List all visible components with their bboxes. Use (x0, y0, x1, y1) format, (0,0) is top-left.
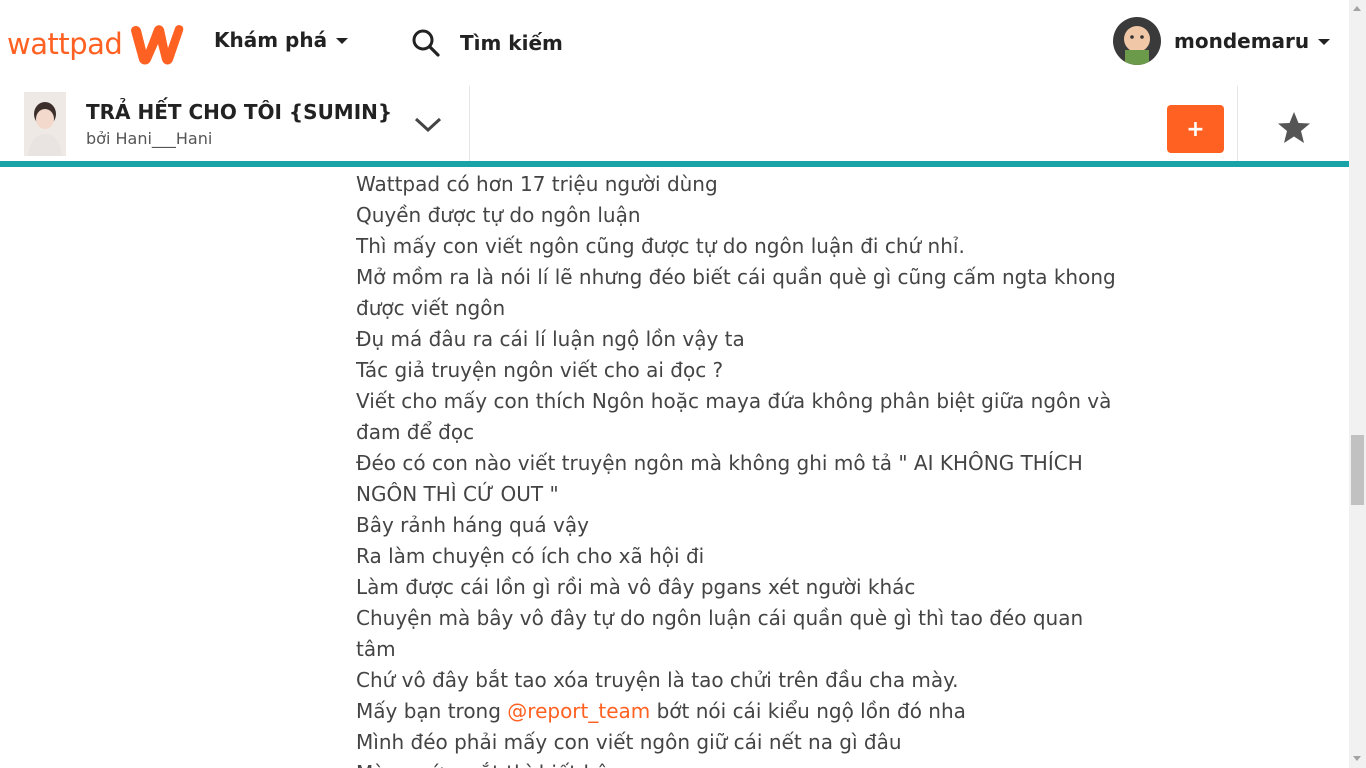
wattpad-w-icon (131, 25, 184, 65)
paragraph: Làm được cái lồn gì rồi mà vô đây pgans … (356, 575, 916, 599)
paragraph: Chứ vô đây bắt tao xóa truyện là tao chử… (356, 668, 959, 692)
paragraph-text: Mấy bạn trong (356, 699, 508, 723)
paragraph: Mình đéo phải mấy con viết ngôn giữ cái … (356, 730, 902, 754)
wattpad-logo[interactable]: wattpad (7, 22, 186, 66)
page-scrollbar[interactable] (1349, 0, 1366, 768)
paragraph: Chuyện mà bây vô đây tự do ngôn luận cái… (356, 606, 1084, 661)
avatar (1113, 17, 1161, 65)
logo-text: wattpad (7, 27, 123, 61)
username: mondemaru (1174, 29, 1310, 53)
chapter-content: Wattpad có hơn 17 triệu người dùng Quyền… (356, 168, 1116, 768)
discover-label: Khám phá (214, 28, 328, 52)
story-header: TRẢ HẾT CHO TÔI {SUMIN} bởi Hani___Hani … (0, 86, 1349, 162)
star-icon[interactable] (1276, 110, 1312, 146)
paragraph: Tác giả truyện ngôn viết cho ai đọc ? (356, 358, 724, 382)
scrollbar-thumb[interactable] (1351, 435, 1364, 505)
top-navigation-bar: wattpad Khám phá Tìm kiếm mondemaru (0, 0, 1349, 86)
paragraph: Wattpad có hơn 17 triệu người dùng (356, 172, 718, 196)
paragraph: Ra làm chuyện có ích cho xã hội đi (356, 544, 705, 568)
search-placeholder: Tìm kiếm (460, 31, 563, 55)
user-menu[interactable]: mondemaru (1113, 17, 1331, 65)
caret-down-icon (1318, 39, 1331, 45)
user-mention-link[interactable]: @report_team (507, 699, 650, 723)
paragraph: Thì mấy con viết ngôn cũng được tự do ng… (356, 234, 965, 258)
divider (469, 86, 470, 162)
search-icon (412, 29, 440, 57)
story-author[interactable]: bởi Hani___Hani (86, 129, 212, 148)
scroll-down-arrow-icon[interactable] (1353, 756, 1361, 761)
paragraph: Mở mồm ra là nói lí lẽ nhưng đéo biết cá… (356, 265, 1116, 320)
scroll-up-arrow-icon[interactable] (1353, 6, 1361, 11)
story-cover-image[interactable] (24, 92, 66, 156)
paragraph: Đéo có con nào viết truyện ngôn mà không… (356, 451, 1083, 506)
paragraph: Bây rảnh háng quá vậy (356, 513, 589, 537)
caret-down-icon (336, 38, 349, 44)
paragraph: Viết cho mấy con thích Ngôn hoặc maya đứ… (356, 389, 1112, 444)
divider (1237, 86, 1238, 162)
discover-menu[interactable]: Khám phá (214, 28, 349, 52)
paragraph: Mày ngứa mắt thì biết hộ (356, 758, 1116, 768)
search-box[interactable]: Tìm kiếm (411, 28, 563, 58)
paragraph-with-mention: Mấy bạn trong @report_team bớt nói cái k… (356, 696, 1116, 727)
add-to-list-button[interactable]: + (1167, 105, 1224, 153)
paragraph-text: bớt nói cái kiểu ngộ lồn đó nha (650, 699, 966, 723)
story-title[interactable]: TRẢ HẾT CHO TÔI {SUMIN} (86, 100, 392, 124)
paragraph: Đụ má đâu ra cái lí luận ngộ lồn vậy ta (356, 327, 745, 351)
paragraph: Quyền được tự do ngôn luận (356, 203, 641, 227)
chevron-down-icon[interactable] (413, 114, 443, 134)
reading-progress-bar (0, 161, 1349, 167)
